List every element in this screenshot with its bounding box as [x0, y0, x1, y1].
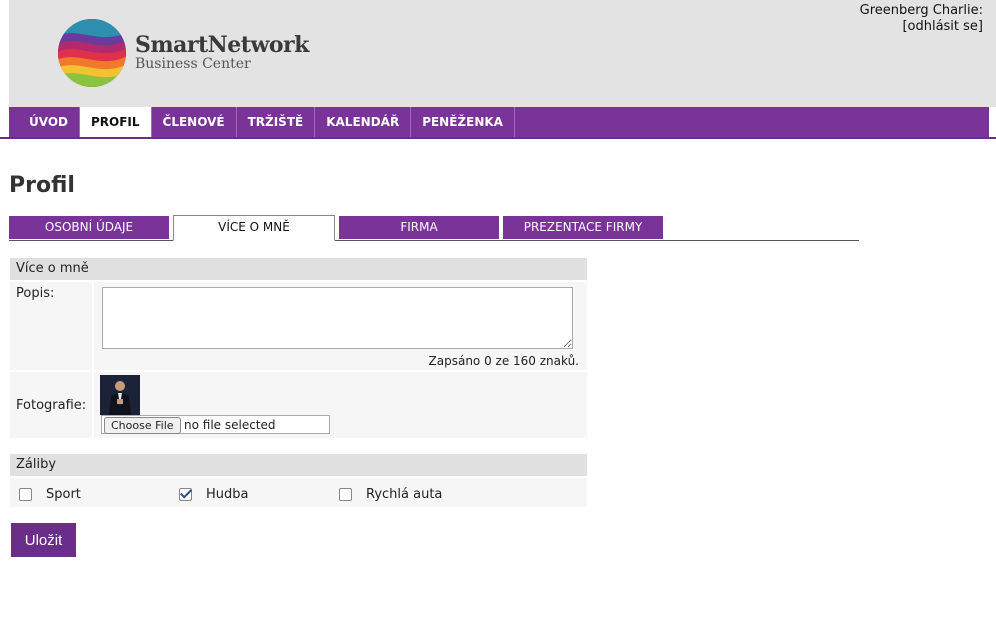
nav-item-kalendar[interactable]: KALENDÁŘ: [315, 107, 412, 137]
profile-subtabs: OSOBNÍ ÚDAJE VÍCE O MNĚ FIRMA PREZENTACE…: [9, 215, 859, 241]
logo-title: SmartNetwork: [135, 32, 309, 58]
hudba-label: Hudba: [206, 487, 249, 502]
user-name: Greenberg Charlie:: [859, 3, 983, 18]
file-status: no file selected: [184, 418, 276, 432]
nav-divider: [0, 137, 996, 139]
logo-text: SmartNetwork Business Center: [135, 33, 309, 71]
rychla-auta-label: Rychlá auta: [366, 487, 443, 502]
char-counter: Zapsáno 0 ze 160 znaků.: [428, 354, 579, 368]
nav-item-trziste[interactable]: TRŽIŠTĚ: [237, 107, 316, 137]
profile-photo: [100, 375, 140, 415]
logo-swirl-icon: [58, 19, 126, 87]
hudba-checkbox[interactable]: [179, 488, 192, 501]
nav-item-clenove[interactable]: ČLENOVÉ: [152, 107, 237, 137]
popis-textarea[interactable]: [102, 287, 573, 349]
hobby-rychla-auta[interactable]: Rychlá auta: [339, 487, 442, 502]
about-section-heading: Více o mně: [10, 258, 587, 280]
header: SmartNetwork Business Center Greenberg C…: [9, 0, 996, 107]
logout-link[interactable]: [odhlásit se]: [902, 19, 983, 34]
tab-firma[interactable]: FIRMA: [339, 216, 499, 239]
sport-label: Sport: [46, 487, 81, 502]
hobbies-row: [10, 478, 587, 507]
main-nav: ÚVOD PROFIL ČLENOVÉ TRŽIŠTĚ KALENDÁŘ PEN…: [9, 107, 989, 139]
tab-vice-o-mne[interactable]: VÍCE O MNĚ: [173, 215, 335, 241]
popis-label: Popis:: [16, 286, 55, 301]
nav-item-uvod[interactable]: ÚVOD: [18, 107, 80, 137]
save-button[interactable]: Uložit: [11, 523, 76, 557]
smartnetwork-logo-icon[interactable]: [57, 18, 127, 92]
hobby-hudba[interactable]: Hudba: [179, 487, 249, 502]
page-title: Profil: [9, 173, 75, 198]
logo-subtitle: Business Center: [135, 56, 251, 72]
tab-osobni-udaje[interactable]: OSOBNÍ ÚDAJE: [9, 216, 169, 239]
person-photo-icon: [100, 375, 140, 415]
tab-prezentace-firmy[interactable]: PREZENTACE FIRMY: [503, 216, 663, 239]
user-box: Greenberg Charlie: [odhlásit se]: [860, 3, 983, 35]
choose-file-button[interactable]: Choose File: [104, 417, 181, 434]
file-input[interactable]: Choose File no file selected: [101, 415, 330, 434]
rychla-auta-checkbox[interactable]: [339, 488, 352, 501]
hobbies-section-heading: Záliby: [10, 454, 587, 476]
nav-item-profil[interactable]: PROFIL: [79, 107, 152, 139]
sport-checkbox[interactable]: [19, 488, 32, 501]
nav-item-penezenka[interactable]: PENĚŽENKA: [411, 107, 515, 137]
photo-label: Fotografie:: [16, 398, 87, 413]
hobby-sport[interactable]: Sport: [19, 487, 81, 502]
